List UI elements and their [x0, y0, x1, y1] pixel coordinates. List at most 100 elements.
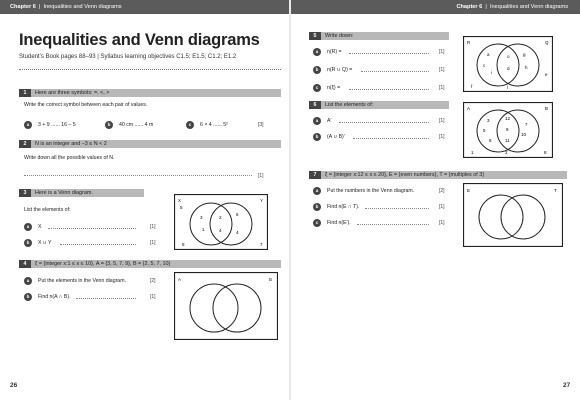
venn-diagram-q7: ξ E T — [463, 183, 563, 247]
marks: [1] — [258, 173, 264, 179]
part-label: b — [24, 293, 32, 301]
marks: [1] — [439, 134, 445, 140]
header-chapter: Chapter 6 — [10, 4, 36, 10]
set-b-label: T — [554, 188, 557, 193]
page-number: 27 — [563, 382, 571, 389]
question-instruction: Write down all the possible values of N. — [24, 155, 115, 161]
answer-line[interactable] — [76, 294, 136, 299]
title-divider — [19, 69, 281, 70]
part-text: n(ξ) = — [327, 85, 341, 91]
venn-element: 10 — [521, 132, 527, 137]
part-text: n(R) = — [327, 49, 342, 55]
marks: [1] — [439, 85, 445, 91]
answer-line[interactable] — [365, 204, 429, 209]
marks: [1] — [439, 49, 445, 55]
question-number: 7 — [309, 171, 321, 179]
question-number: 4 — [19, 260, 31, 268]
part-label: c — [313, 84, 321, 92]
question-text: Here are three symbols: =, <, > — [35, 90, 110, 96]
part-text: Find n(E ∩ T). — [327, 204, 360, 210]
question-number: 1 — [19, 89, 31, 97]
answer-line[interactable] — [339, 118, 429, 123]
question-number: 2 — [19, 140, 31, 148]
venn-diagram-q6: ξ A B 3 5 6 12 9 11 7 10 1 2 8 — [463, 102, 553, 158]
part-label: b — [313, 203, 321, 211]
question-3-bar: 3 Here is a Venn diagram. — [19, 189, 144, 197]
marks: [2] — [439, 188, 445, 194]
set-b-label: B — [545, 106, 548, 111]
part-label: c — [313, 219, 321, 227]
page-subtitle: Student’s Book pages 88–93 | Syllabus le… — [19, 54, 237, 60]
venn-element: 12 — [505, 116, 511, 121]
set-b-label: Q — [545, 40, 549, 45]
set-a-label: A — [467, 106, 470, 111]
page-number: 26 — [10, 382, 18, 389]
question-text: N is an integer and –3 ≤ N < 2 — [35, 141, 107, 147]
answer-line[interactable] — [48, 224, 136, 229]
set-b-label: B — [269, 277, 272, 282]
answer-line[interactable] — [60, 240, 136, 245]
question-number: 6 — [309, 101, 321, 109]
marks: [1] — [150, 224, 156, 230]
venn-element: i — [491, 70, 492, 75]
question-number: 5 — [309, 32, 321, 40]
part-label: a — [313, 117, 321, 125]
header-chapter: Chapter 6 — [456, 4, 483, 10]
part-text: 40 cm ...... 4 m — [119, 122, 154, 128]
question-text: ξ = {integer x:12 ≤ x ≤ 20}, E = {even n… — [325, 172, 485, 178]
question-6-bar: 6 List the elements of: — [309, 101, 449, 109]
right-page-header: Chapter 6 | Inequalities and Venn diagra… — [291, 0, 580, 14]
part-text: Put the elements in the Venn diagram. — [38, 278, 126, 284]
venn-diagram-q3: ξ X Y 3 1 2 4 6 4 5 8 7 — [174, 194, 268, 250]
left-page: Chapter 6 | Inequalities and Venn diagra… — [0, 0, 289, 400]
header-title: Inequalities and Venn diagrams — [43, 4, 122, 10]
part-label: b — [313, 133, 321, 141]
question-7-bar: 7 ξ = {integer x:12 ≤ x ≤ 20}, E = {even… — [309, 171, 567, 179]
answer-line[interactable] — [349, 85, 429, 90]
part-text: A′ — [327, 118, 332, 124]
part-label: a — [24, 223, 32, 231]
question-1-bar: 1 Here are three symbols: =, <, > — [19, 89, 281, 97]
part-text: Find n(A ∩ B). — [38, 294, 71, 300]
part-text: n(R ∪ Q) = — [327, 67, 353, 73]
marks: [1] — [439, 220, 445, 226]
question-number: 3 — [19, 189, 31, 197]
marks: [1] — [439, 118, 445, 124]
part-label: b — [313, 66, 321, 74]
marks: [3] — [258, 122, 264, 128]
answer-line[interactable] — [353, 134, 429, 139]
part-text: Put the numbers in the Venn diagram. — [327, 188, 415, 194]
marks: [1] — [439, 204, 445, 210]
page-title: Inequalities and Venn diagrams — [19, 31, 260, 49]
part-text: Find n(E′). — [327, 220, 351, 226]
question-instruction: Write the correct symbol between each pa… — [24, 102, 148, 108]
question-text: Here is a Venn diagram. — [35, 190, 93, 196]
question-text: ξ = {integer x:1 ≤ x ≤ 10}, A = {3, 5, 7… — [35, 261, 171, 267]
part-label: a — [313, 187, 321, 195]
part-text: X ∪ Y — [38, 240, 52, 246]
question-2-bar: 2 N is an integer and –3 ≤ N < 2 — [19, 140, 281, 148]
part-label: b — [105, 121, 113, 129]
answer-line[interactable] — [361, 67, 429, 72]
part-text: X — [38, 224, 42, 230]
venn-diagram-q4: ξ A B — [174, 272, 278, 340]
set-a-label: X — [178, 198, 181, 203]
answer-line[interactable] — [357, 220, 429, 225]
part-label: b — [24, 239, 32, 247]
part-text: (A ∪ B)′ — [327, 134, 345, 140]
part-label: a — [24, 121, 32, 129]
set-b-label: Y — [260, 198, 263, 203]
question-5-bar: 5 Write down: — [309, 32, 449, 40]
question-4-bar: 4 ξ = {integer x:1 ≤ x ≤ 10}, A = {3, 5,… — [19, 260, 281, 268]
question-text: Write down: — [325, 33, 354, 39]
marks: [1] — [150, 294, 156, 300]
right-page: Chapter 6 | Inequalities and Venn diagra… — [291, 0, 580, 400]
marks: [2] — [150, 278, 156, 284]
answer-line[interactable] — [24, 171, 252, 176]
question-text: List the elements of: — [325, 102, 374, 108]
part-label: a — [313, 48, 321, 56]
part-label: c — [186, 121, 194, 129]
answer-line[interactable] — [349, 49, 429, 54]
venn-element: 11 — [505, 138, 510, 143]
set-a-label: A — [178, 277, 181, 282]
